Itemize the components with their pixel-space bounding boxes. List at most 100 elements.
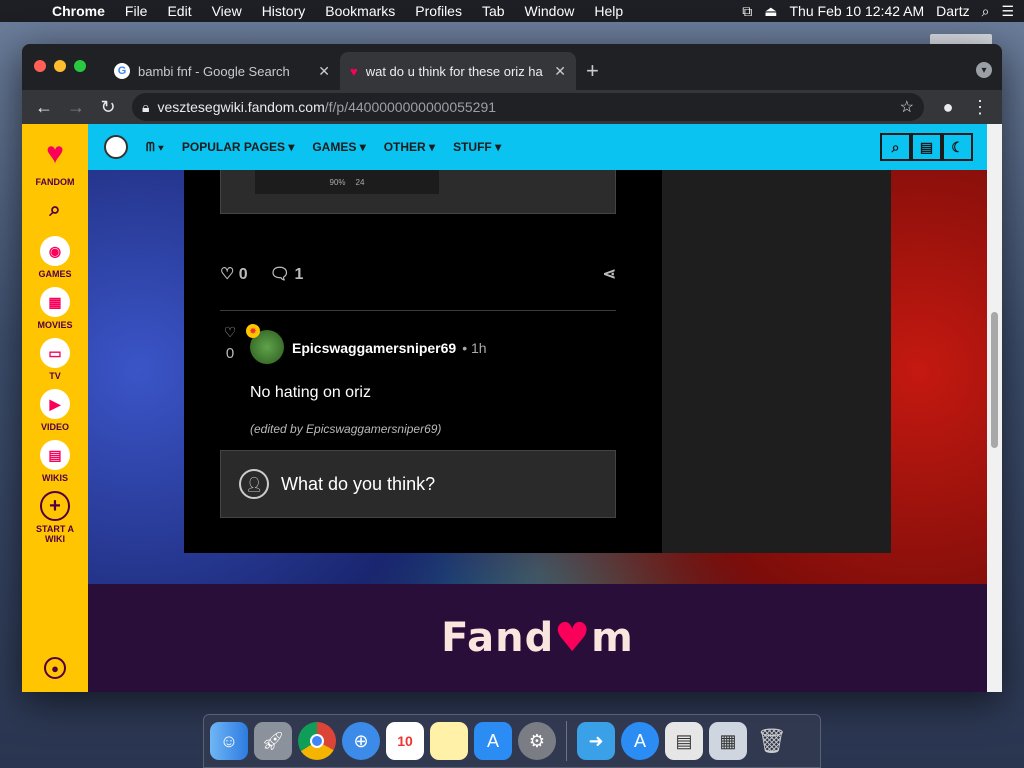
lock-icon[interactable]: 🔒︎ [142, 99, 149, 116]
rail-label: MOVIES [37, 320, 73, 330]
profile-icon[interactable]: ● [934, 93, 962, 121]
reply-like-count: 0 [225, 345, 235, 362]
reload-button[interactable]: ↻ [94, 93, 122, 121]
menu-help[interactable]: Help [584, 3, 633, 19]
wiki-logo[interactable] [104, 135, 128, 159]
rail-movies[interactable]: ▦ MOVIES [37, 287, 73, 330]
address-bar[interactable]: 🔒︎ vesztesegwiki.fandom.com/f/p/44000000… [132, 93, 924, 121]
post-reply-count: 1 [294, 266, 304, 283]
screen-mirroring-icon[interactable]: ⧉ [742, 3, 752, 20]
menu-bookmarks[interactable]: Bookmarks [315, 3, 405, 19]
document-icon[interactable]: ▤ [665, 722, 703, 760]
page-viewport: 90% 24 ♡ 0 🗨︎ 1 ⋖ ♡ 0 ✸ Epicswaggamersnip… [22, 124, 987, 692]
nav-other[interactable]: OTHER ▾ [384, 140, 435, 154]
menu-window[interactable]: Window [515, 3, 585, 19]
menu-profiles[interactable]: Profiles [405, 3, 472, 19]
calendar-icon[interactable]: 10 [386, 722, 424, 760]
rail-wikis[interactable]: ▤ WIKIS [40, 440, 70, 483]
bookmark-star-icon[interactable]: ☆ [900, 97, 914, 117]
nav-games[interactable]: GAMES ▾ [312, 140, 365, 154]
menu-file[interactable]: File [115, 3, 158, 19]
menu-tab[interactable]: Tab [472, 3, 515, 19]
menu-history[interactable]: History [252, 3, 316, 19]
nav-label: GAMES [312, 140, 357, 154]
tab-title: wat do u think for these oriz ha [365, 63, 543, 79]
close-window-button[interactable] [34, 60, 46, 72]
moon-icon[interactable]: ☾ [942, 133, 973, 161]
nav-label: STUFF [453, 140, 492, 154]
control-center-icon[interactable]: ☰ [1001, 3, 1014, 20]
chrome-menu-icon[interactable]: ⋮ [966, 93, 994, 121]
back-button[interactable]: ← [30, 93, 58, 121]
screen-share-icon[interactable]: ➜ [577, 722, 615, 760]
minimize-window-button[interactable] [54, 60, 66, 72]
tab-search-icon[interactable]: ▾ [976, 62, 992, 78]
nav-popular-pages[interactable]: POPULAR PAGES ▾ [182, 140, 294, 154]
menu-app-name[interactable]: Chrome [42, 3, 115, 19]
chrome-icon[interactable] [298, 722, 336, 760]
reply-author-name[interactable]: Epicswaggamersniper69 [292, 340, 456, 356]
reply-edited-note: (edited by Epicswaggamersniper69) [250, 422, 442, 436]
tv-icon: ▭ [40, 338, 70, 368]
tab-fandom-post[interactable]: ♥ wat do u think for these oriz ha ✕ [340, 52, 576, 90]
menu-user[interactable]: Dartz [936, 3, 969, 19]
safari-icon[interactable]: ⊕ [342, 722, 380, 760]
page-scrollbar[interactable] [987, 124, 1002, 692]
window-controls [34, 60, 86, 72]
close-tab-icon[interactable]: ✕ [318, 63, 330, 80]
app-store-folder-icon[interactable]: A [621, 722, 659, 760]
rail-search[interactable]: ⌕ [40, 195, 70, 228]
nav-stuff[interactable]: STUFF ▾ [453, 140, 501, 154]
nav-label: POPULAR PAGES [181, 140, 285, 154]
eject-icon[interactable]: ⏏ [764, 3, 777, 20]
rail-label: VIDEO [40, 422, 69, 432]
explore-menu-icon[interactable]: ᗰ ▾ [146, 140, 164, 155]
rail-games[interactable]: ◉ GAMES [38, 236, 72, 279]
system-preferences-icon[interactable]: ⚙ [518, 722, 556, 760]
downloads-folder-icon[interactable]: ▦ [709, 722, 747, 760]
scrollbar-thumb[interactable] [991, 312, 998, 448]
post-like-count: 0 [238, 266, 248, 283]
plus-circle-icon: + [40, 491, 70, 521]
forward-button[interactable]: → [62, 93, 90, 121]
menu-view[interactable]: View [202, 3, 252, 19]
badge-icon: ✸ [246, 324, 260, 338]
new-tab-button[interactable]: + [576, 58, 609, 84]
trash-icon[interactable]: 🗑︎ [753, 722, 791, 760]
post-reply-button[interactable]: 🗨︎ 1 [270, 264, 304, 284]
reply-author[interactable]: Epicswaggamersniper69 • 1h [292, 340, 487, 356]
rail-label: TV [49, 371, 61, 381]
app-store-icon[interactable]: A [474, 722, 512, 760]
tab-google-search[interactable]: G bambi fnf - Google Search ✕ [104, 52, 340, 90]
embedded-preview[interactable]: 90% 24 [220, 170, 616, 214]
nav-label: OTHER [383, 140, 426, 154]
reply-like-button[interactable]: ♡ 0 [220, 324, 240, 362]
rail-account[interactable]: ● [22, 657, 88, 682]
rail-video[interactable]: ▶ VIDEO [40, 389, 70, 432]
fandom-brand[interactable]: ♥ FANDOM [36, 134, 75, 187]
rail-tv[interactable]: ▭ TV [40, 338, 70, 381]
chrome-window: G bambi fnf - Google Search ✕ ♥ wat do u… [22, 44, 1002, 692]
search-icon[interactable]: ⌕ [880, 133, 911, 161]
embed-stats: 90% 24 [255, 170, 439, 194]
search-icon: ⌕ [49, 198, 61, 221]
launchpad-icon[interactable]: 🚀︎ [254, 722, 292, 760]
post-like-button[interactable]: ♡ 0 [220, 264, 248, 284]
menu-clock[interactable]: Thu Feb 10 12:42 AM [790, 3, 925, 19]
close-tab-icon[interactable]: ✕ [554, 63, 566, 80]
share-icon[interactable]: ⋖ [603, 264, 616, 284]
comment-input[interactable]: 👤︎ What do you think? [220, 450, 616, 518]
notes-icon[interactable] [430, 722, 468, 760]
zoom-window-button[interactable] [74, 60, 86, 72]
rail-label: WIKIS [42, 473, 68, 483]
macos-dock: ☺ 🚀︎ ⊕ 10 A ⚙ ➜ A ▤ ▦ 🗑︎ [203, 714, 821, 768]
embed-rating: 90% [329, 177, 346, 187]
rail-start-a-wiki[interactable]: + START A WIKI [31, 491, 79, 544]
menu-edit[interactable]: Edit [157, 3, 201, 19]
finder-icon[interactable]: ☺ [210, 722, 248, 760]
spotlight-search-icon[interactable]: ⌕ [982, 3, 990, 20]
book-icon[interactable]: ▤ [911, 133, 942, 161]
gamepad-icon: ◉ [39, 236, 70, 266]
fandom-footer-logo[interactable]: Fand♥m [441, 615, 634, 661]
header-tools: ⌕ ▤ ☾ [880, 133, 973, 161]
